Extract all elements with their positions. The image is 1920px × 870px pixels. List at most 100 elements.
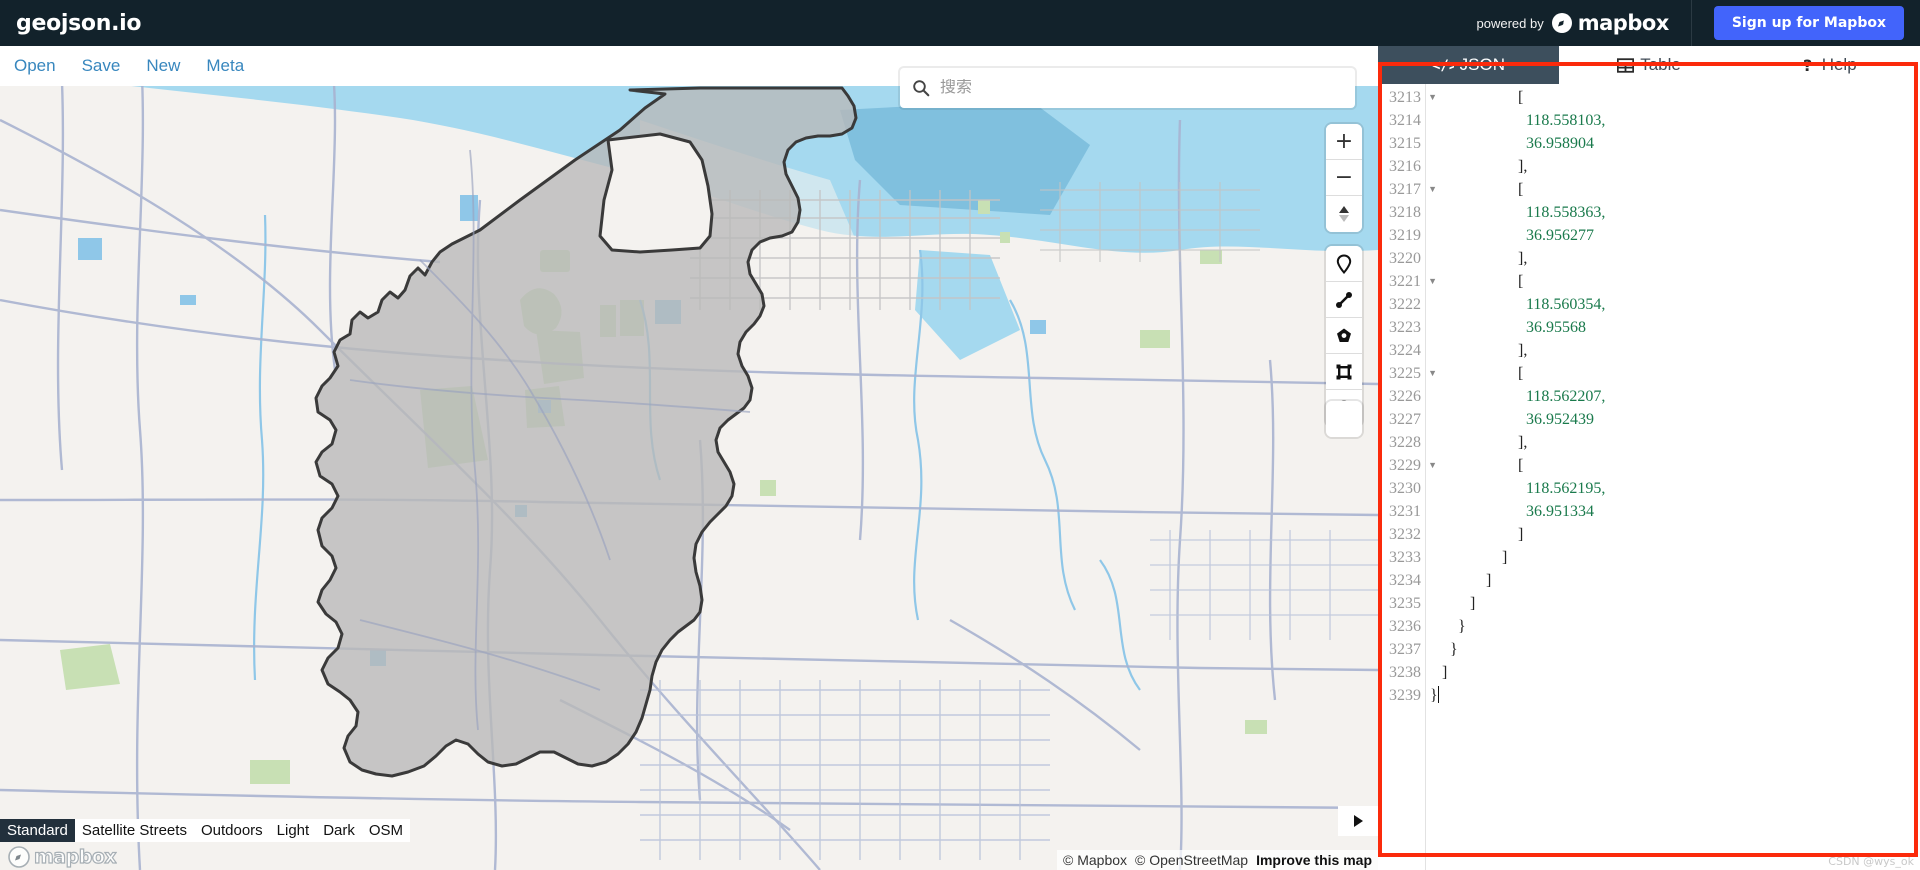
mapbox-wordmark-text: mapbox: [1577, 11, 1670, 35]
nav-item-open[interactable]: Open: [14, 56, 56, 76]
nav-item-save[interactable]: Save: [82, 56, 121, 76]
table-grid-icon: [1617, 57, 1635, 73]
editor-code-line[interactable]: ],: [1430, 155, 1920, 178]
sign-up-for-mapbox-button[interactable]: Sign up for Mapbox: [1713, 6, 1904, 40]
compass-icon: [1339, 206, 1349, 222]
editor-code-line[interactable]: [: [1430, 454, 1920, 477]
csdn-watermark: CSDN @wys_ok: [1828, 855, 1914, 868]
fold-caret-icon[interactable]: ▼: [1428, 178, 1437, 201]
style-option-satellite-streets[interactable]: Satellite Streets: [75, 819, 194, 842]
editor-line-number: 3223: [1389, 319, 1421, 336]
editor-line-number: 3235: [1389, 595, 1421, 612]
question-mark-icon: ?: [1803, 57, 1816, 73]
json-editor[interactable]: 3213 ▼ 3214 3215 3216 3217 ▼ 3218 3219 3220 3221 ▼ 3…: [1378, 84, 1920, 870]
map-search-box[interactable]: [900, 68, 1355, 108]
editor-code-line[interactable]: }: [1430, 615, 1920, 638]
app-logo[interactable]: geojson.io: [16, 11, 142, 36]
map-zoom-controls: + −: [1326, 124, 1362, 232]
map-canvas[interactable]: + −: [0, 46, 1378, 870]
draw-line-button[interactable]: [1326, 282, 1362, 318]
editor-code-line[interactable]: 118.560354,: [1430, 293, 1920, 316]
editor-code-line[interactable]: 118.562207,: [1430, 385, 1920, 408]
style-option-dark[interactable]: Dark: [316, 819, 362, 842]
code-token: ]: [1430, 549, 1508, 566]
editor-code-line[interactable]: [: [1430, 270, 1920, 293]
nav-item-new[interactable]: New: [146, 56, 180, 76]
search-icon: [912, 79, 930, 97]
compass-button[interactable]: [1326, 196, 1362, 232]
header-right-group: powered by mapbox Sign up for Mapbox: [1477, 0, 1920, 46]
draw-point-button[interactable]: [1326, 246, 1362, 282]
draw-rectangle-button[interactable]: [1326, 354, 1362, 390]
code-token: [: [1430, 457, 1524, 474]
code-token: }: [1430, 641, 1458, 658]
attribution-mapbox[interactable]: © Mapbox: [1063, 852, 1127, 868]
code-token: 118.560354,: [1430, 296, 1606, 313]
editor-code-area[interactable]: [ 118.558103, 36.958904 ], [ 118.558363,…: [1426, 84, 1920, 870]
blank-square-button[interactable]: [1326, 401, 1362, 437]
editor-code-line[interactable]: 36.95568: [1430, 316, 1920, 339]
map-search-container: [900, 68, 1355, 108]
mapbox-logo-text: mapbox: [33, 845, 117, 868]
editor-code-line[interactable]: 36.952439: [1430, 408, 1920, 431]
tab-help[interactable]: ? Help: [1739, 46, 1920, 84]
search-input[interactable]: [940, 79, 1343, 97]
code-brackets-icon: </>: [1432, 58, 1454, 73]
style-option-light[interactable]: Light: [270, 819, 317, 842]
map-attribution: © Mapbox © OpenStreetMap Improve this ma…: [1057, 850, 1378, 870]
code-token: [: [1430, 181, 1524, 198]
fold-caret-icon[interactable]: ▼: [1428, 362, 1437, 385]
editor-code-line[interactable]: [: [1430, 86, 1920, 109]
fold-caret-icon[interactable]: ▼: [1428, 86, 1437, 109]
editor-line-number: 3224: [1389, 342, 1421, 359]
panel-collapse-button[interactable]: [1338, 806, 1378, 836]
code-token: }: [1430, 618, 1466, 635]
code-token: ],: [1430, 158, 1528, 175]
editor-code-line[interactable]: 118.562195,: [1430, 477, 1920, 500]
map-extra-control: [1326, 401, 1362, 437]
editor-code-line[interactable]: ]: [1430, 661, 1920, 684]
editor-line-number: 3228: [1389, 434, 1421, 451]
powered-by-mapbox: powered by mapbox: [1477, 0, 1692, 46]
editor-code-line[interactable]: ],: [1430, 339, 1920, 362]
code-token: [: [1430, 365, 1524, 382]
editor-code-line[interactable]: [: [1430, 178, 1920, 201]
tab-table[interactable]: Table: [1558, 46, 1740, 84]
improve-this-map-link[interactable]: Improve this map: [1256, 852, 1372, 868]
editor-code-line[interactable]: ]: [1430, 569, 1920, 592]
nav-item-meta[interactable]: Meta: [206, 56, 244, 76]
editor-code-line[interactable]: 118.558363,: [1430, 201, 1920, 224]
draw-polygon-button[interactable]: [1326, 318, 1362, 354]
fold-caret-icon[interactable]: ▼: [1428, 454, 1437, 477]
tab-json-label: JSON: [1459, 55, 1505, 74]
fold-caret-icon[interactable]: ▼: [1428, 270, 1437, 293]
code-token: 118.558363,: [1430, 204, 1606, 221]
zoom-in-button[interactable]: +: [1326, 124, 1362, 160]
style-option-osm[interactable]: OSM: [362, 819, 410, 842]
text-cursor: [1437, 686, 1439, 703]
editor-code-line[interactable]: ]: [1430, 523, 1920, 546]
zoom-out-button[interactable]: −: [1326, 160, 1362, 196]
code-token: 36.958904: [1430, 135, 1594, 152]
editor-code-line[interactable]: ],: [1430, 247, 1920, 270]
editor-line-number: 3220: [1389, 250, 1421, 267]
editor-code-line[interactable]: }: [1430, 638, 1920, 661]
editor-code-line[interactable]: 36.958904: [1430, 132, 1920, 155]
style-option-standard[interactable]: Standard: [0, 819, 75, 842]
editor-code-line[interactable]: ]: [1430, 546, 1920, 569]
mapbox-logo-watermark[interactable]: mapbox: [8, 845, 117, 869]
editor-code-line[interactable]: 118.558103,: [1430, 109, 1920, 132]
style-option-outdoors[interactable]: Outdoors: [194, 819, 270, 842]
editor-line-number: 3215: [1389, 135, 1421, 152]
editor-code-line[interactable]: ],: [1430, 431, 1920, 454]
editor-code-line[interactable]: 36.956277: [1430, 224, 1920, 247]
attribution-openstreetmap[interactable]: © OpenStreetMap: [1135, 852, 1248, 868]
tab-table-label: Table: [1640, 55, 1681, 74]
mapbox-circle-icon: [8, 846, 30, 868]
polygon-icon: [1337, 328, 1351, 342]
tab-json[interactable]: </> JSON: [1378, 46, 1559, 84]
editor-code-line[interactable]: 36.951334: [1430, 500, 1920, 523]
editor-code-line[interactable]: [: [1430, 362, 1920, 385]
editor-code-line[interactable]: ]: [1430, 592, 1920, 615]
editor-code-line[interactable]: }: [1430, 684, 1920, 707]
